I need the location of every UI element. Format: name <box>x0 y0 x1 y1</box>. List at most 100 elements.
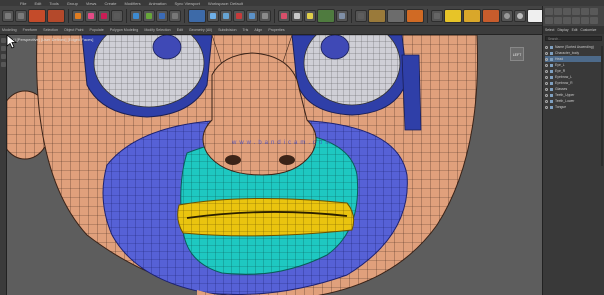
ribbon-item-subdivision[interactable]: Subdivision <box>218 28 236 32</box>
ribbon-tab-freeform[interactable]: Freeform <box>23 28 38 32</box>
graphite-toolbar-icon[interactable] <box>304 9 316 22</box>
scene-explorer-icon[interactable] <box>291 9 303 22</box>
explorer-tool-button[interactable] <box>554 8 562 15</box>
move-icon[interactable] <box>130 9 142 22</box>
undo-icon[interactable] <box>2 9 14 22</box>
visibility-eye-icon[interactable] <box>545 105 548 109</box>
workspace-label[interactable]: Sync Viewport <box>174 1 200 6</box>
ribbon-item-modify-selection[interactable]: Modify Selection <box>144 28 170 32</box>
bind-space-warp-icon[interactable] <box>72 9 84 22</box>
visibility-eye-icon[interactable] <box>545 63 548 67</box>
view-cube[interactable]: LEFT <box>510 47 524 61</box>
tool-circle-icon[interactable] <box>501 9 513 22</box>
left-iris <box>152 35 182 60</box>
select-object-icon[interactable] <box>98 9 110 22</box>
explorer-toolbar <box>543 6 604 26</box>
rail-button[interactable] <box>1 38 6 43</box>
mod-tool-button-2[interactable] <box>463 8 481 23</box>
explorer-tool-button[interactable] <box>563 8 571 15</box>
ribbon-item-geometry[interactable]: Geometry (All) <box>189 28 212 32</box>
ribbon-tab-object-paint[interactable]: Object Paint <box>64 28 84 32</box>
menu-item-modifiers[interactable]: Modifiers <box>124 1 140 6</box>
explorer-tool-button[interactable] <box>590 8 598 15</box>
menu-item-tools[interactable]: Tools <box>49 1 58 6</box>
reference-coordinate-icon[interactable] <box>169 9 181 22</box>
menu-item-views[interactable]: Views <box>86 1 97 6</box>
visibility-eye-icon[interactable] <box>545 99 548 103</box>
visibility-eye-icon[interactable] <box>545 45 548 49</box>
explorer-tool-button[interactable] <box>581 8 589 15</box>
ribbon-item-tris[interactable]: Tris <box>242 28 248 32</box>
scene-tree-label: Eyebrow_R <box>555 81 573 85</box>
object-node-icon <box>550 63 553 67</box>
ribbon-tab-populate[interactable]: Populate <box>90 28 104 32</box>
visibility-eye-icon[interactable] <box>545 69 548 73</box>
rail-button[interactable] <box>1 46 6 51</box>
ribbon-item-align[interactable]: Align <box>254 28 262 32</box>
viewport-label[interactable]: [+] [Perspective] [User Defined] [Edged … <box>11 37 93 42</box>
menu-item-animation[interactable]: Animation <box>149 1 167 6</box>
rail-button[interactable] <box>1 62 6 67</box>
ribbon-tab-selection[interactable]: Selection <box>43 28 58 32</box>
visibility-eye-icon[interactable] <box>545 87 548 91</box>
explorer-tool-button[interactable] <box>590 16 598 24</box>
mod-tool-button-3[interactable] <box>482 8 500 23</box>
explorer-tool-button[interactable] <box>572 8 580 15</box>
mode-label[interactable]: Workspace: Default <box>208 1 243 6</box>
explorer-tool-button[interactable] <box>545 8 553 15</box>
unlink-button[interactable] <box>47 8 65 23</box>
layer-manager-icon[interactable] <box>278 9 290 22</box>
explorer-tool-button[interactable] <box>581 16 589 24</box>
explorer-scrollbar[interactable] <box>601 46 603 166</box>
tab-edit[interactable]: Edit <box>572 28 578 32</box>
percent-snap-icon[interactable] <box>220 9 232 22</box>
snaps-toggle-button[interactable] <box>188 8 206 23</box>
material-editor-icon[interactable] <box>355 9 367 22</box>
explorer-tool-button[interactable] <box>545 16 553 24</box>
explorer-search-input[interactable]: Search... <box>545 36 602 41</box>
schematic-view-icon[interactable] <box>336 9 348 22</box>
spinner-snap-icon[interactable] <box>233 9 245 22</box>
scene-tree-row[interactable]: Tongue <box>545 104 602 110</box>
menu-item-file[interactable]: File <box>20 1 26 6</box>
align-icon[interactable] <box>259 9 271 22</box>
menu-item-create[interactable]: Create <box>104 1 116 6</box>
visibility-eye-icon[interactable] <box>545 51 548 55</box>
tab-select[interactable]: Select <box>545 28 554 32</box>
right-iris <box>320 35 350 60</box>
explorer-tool-button[interactable] <box>572 16 580 24</box>
perspective-viewport[interactable]: [+] [Perspective] [User Defined] [Edged … <box>7 35 542 295</box>
object-node-icon <box>550 69 553 73</box>
rail-button[interactable] <box>1 54 6 59</box>
render-production-button[interactable] <box>406 8 424 23</box>
explorer-tool-button[interactable] <box>554 16 562 24</box>
mirror-icon[interactable] <box>246 9 258 22</box>
visibility-eye-icon[interactable] <box>545 93 548 97</box>
rotate-icon[interactable] <box>143 9 155 22</box>
menu-item-group[interactable]: Group <box>67 1 78 6</box>
toolbar-divider <box>274 8 275 23</box>
mod-tool-button-1[interactable] <box>444 8 462 23</box>
ribbon-item-polygon-modeling[interactable]: Polygon Modeling <box>110 28 139 32</box>
render-setup-button[interactable] <box>368 8 386 23</box>
ribbon-tab-modeling[interactable]: Modeling <box>2 28 17 32</box>
visibility-eye-icon[interactable] <box>545 57 548 61</box>
rendered-frame-window-button[interactable] <box>387 8 405 23</box>
angle-snap-icon[interactable] <box>207 9 219 22</box>
tool-sphere-icon[interactable] <box>514 9 526 22</box>
select-by-name-icon[interactable] <box>111 9 123 22</box>
scale-icon[interactable] <box>156 9 168 22</box>
ribbon-item-edit[interactable]: Edit <box>177 28 183 32</box>
grid-icon[interactable] <box>431 9 443 22</box>
tab-display[interactable]: Display <box>557 28 568 32</box>
visibility-eye-icon[interactable] <box>545 81 548 85</box>
select-link-button[interactable] <box>28 8 46 23</box>
explorer-tool-button[interactable] <box>563 16 571 24</box>
redo-icon[interactable] <box>15 9 27 22</box>
curve-editor-button[interactable] <box>317 8 335 23</box>
menu-item-edit[interactable]: Edit <box>34 1 41 6</box>
selection-filter-icon[interactable] <box>85 9 97 22</box>
tab-customize[interactable]: Customize <box>580 28 596 32</box>
ribbon-item-properties[interactable]: Properties <box>268 28 284 32</box>
visibility-eye-icon[interactable] <box>545 75 548 79</box>
